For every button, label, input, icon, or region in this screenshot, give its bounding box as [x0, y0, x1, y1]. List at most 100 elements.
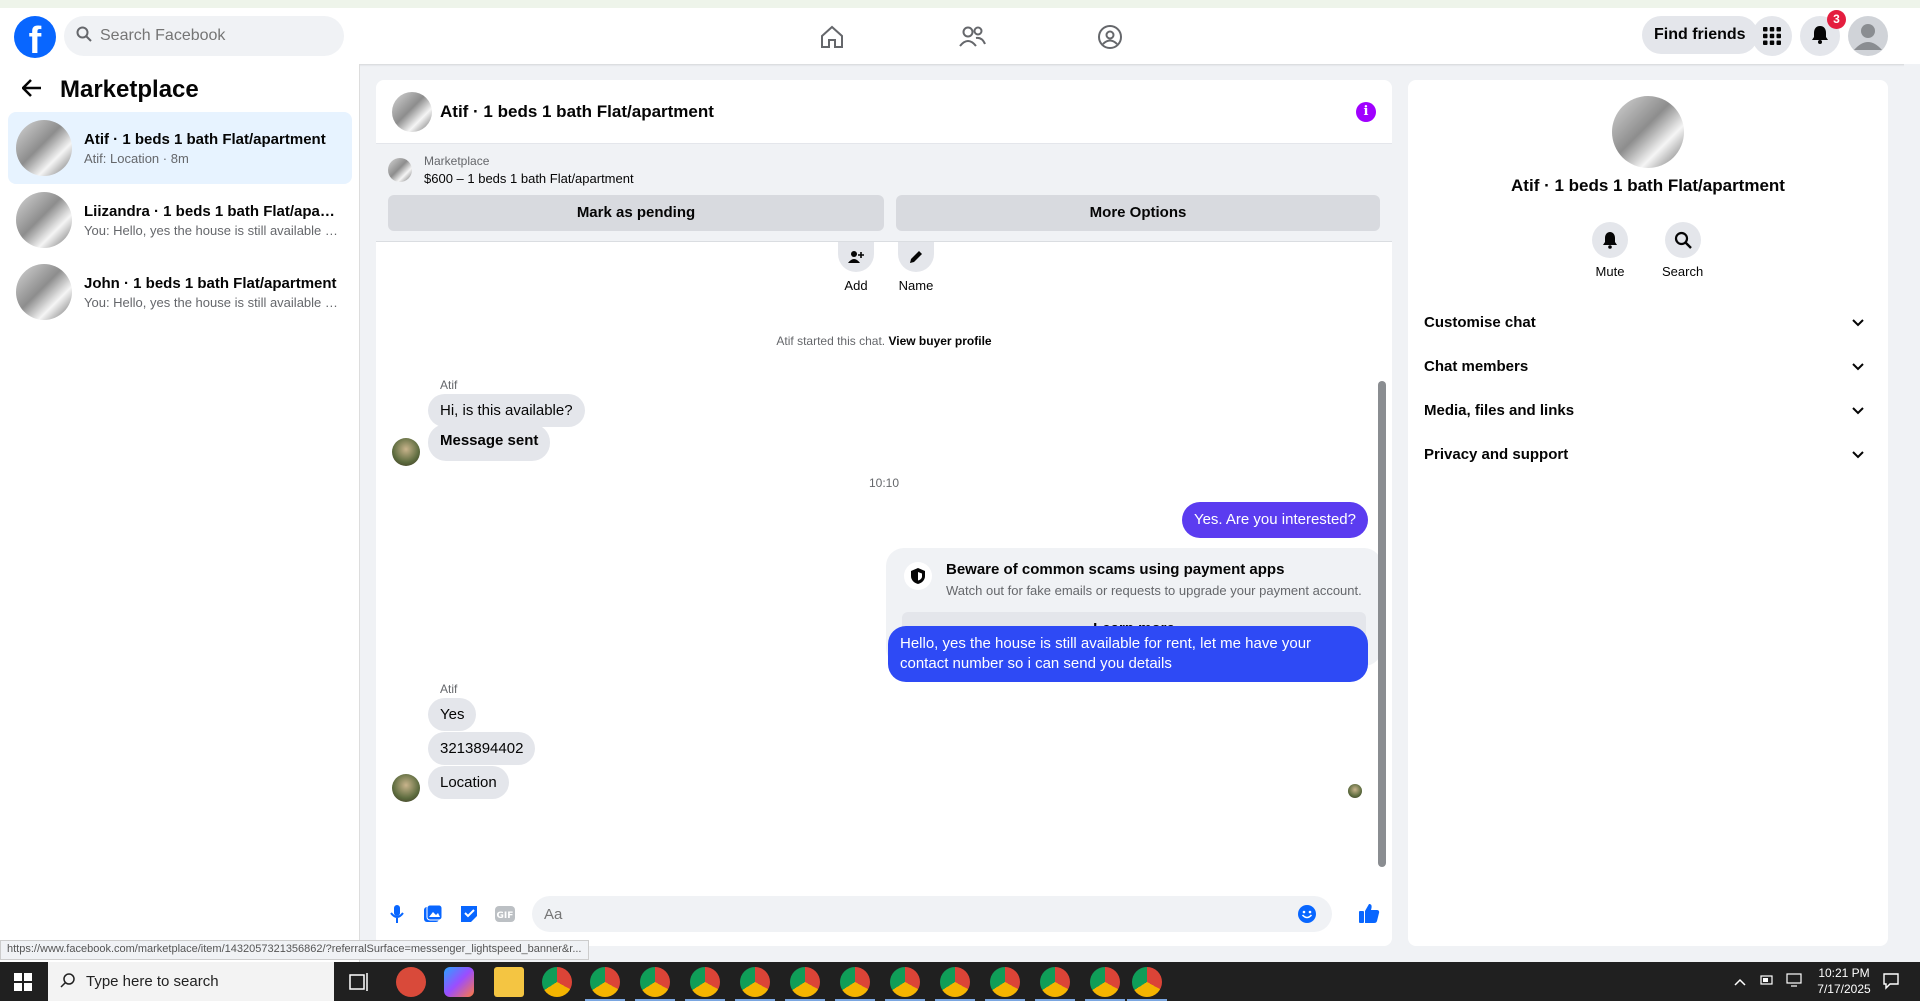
section-chat-members[interactable]: Chat members — [1424, 344, 1872, 388]
system-note-text: Atif started this chat. — [776, 334, 886, 348]
bell-icon — [1810, 24, 1830, 49]
notification-center-icon[interactable] — [1882, 972, 1900, 995]
mute-label: Mute — [1595, 264, 1625, 279]
conversation-preview: You: Hello, yes the house is still avail… — [84, 294, 340, 310]
incoming-message[interactable]: 3213894402 — [428, 732, 536, 765]
chrome-icon[interactable] — [542, 967, 572, 997]
view-buyer-profile-link[interactable]: View buyer profile — [888, 334, 991, 348]
incoming-message[interactable]: Location — [428, 766, 509, 799]
sticker-icon[interactable] — [458, 903, 480, 925]
battery-icon[interactable] — [1760, 973, 1774, 990]
chrome-icon[interactable] — [590, 967, 620, 997]
chrome-icon[interactable] — [790, 967, 820, 997]
quick-action-name[interactable]: Name — [898, 242, 934, 293]
profile-icon[interactable] — [1848, 16, 1888, 56]
shield-icon — [904, 562, 932, 590]
chevron-up-icon[interactable] — [1734, 975, 1746, 989]
windows-start-icon[interactable] — [0, 962, 46, 1001]
gif-icon[interactable]: GIF — [494, 903, 516, 925]
message-input[interactable] — [532, 896, 1332, 932]
system-note: Atif started this chat. View buyer profi… — [376, 334, 1392, 348]
facebook-logo[interactable]: f — [14, 16, 56, 58]
conversation-title: John · 1 beds 1 bath Flat/apartment — [84, 274, 337, 292]
incoming-message[interactable]: Yes — [428, 698, 477, 731]
section-label: Customise chat — [1424, 313, 1536, 331]
mute-button[interactable]: Mute — [1592, 222, 1628, 279]
outgoing-message[interactable]: Hello, yes the house is still available … — [888, 626, 1368, 682]
chrome-icon[interactable] — [1040, 967, 1070, 997]
search-facebook-box[interactable] — [64, 16, 344, 56]
quick-action-add[interactable]: Add — [838, 242, 874, 293]
chrome-icon[interactable] — [740, 967, 770, 997]
friends-icon[interactable] — [952, 18, 992, 56]
windows-taskbar: Type here to search 10:21 PM 7/17/2025 — [0, 962, 1920, 1001]
chrome-icon[interactable] — [1090, 967, 1120, 997]
menu-grid-icon[interactable] — [1752, 16, 1792, 56]
tray-icons — [1734, 962, 1802, 1001]
search-facebook-input[interactable] — [100, 27, 320, 45]
microphone-icon[interactable] — [386, 903, 408, 925]
section-label: Media, files and links — [1424, 401, 1575, 419]
file-explorer-icon[interactable] — [494, 967, 524, 997]
message-composer: GIF — [376, 886, 1392, 942]
listing-thumbnail — [16, 120, 72, 176]
page-scrollbar[interactable] — [1904, 64, 1920, 962]
outgoing-message[interactable]: Yes. Are you interested? — [1181, 502, 1368, 538]
clock-time: 10:21 PM — [1818, 966, 1870, 980]
chat-title[interactable]: Atif · 1 beds 1 bath Flat/apartment — [440, 102, 714, 122]
notifications-button[interactable]: 3 — [1800, 10, 1846, 56]
info-icon[interactable]: i — [1356, 102, 1376, 122]
chrome-icon[interactable] — [940, 967, 970, 997]
incoming-message[interactable]: Message sent — [428, 424, 551, 461]
back-arrow-icon[interactable] — [21, 78, 42, 102]
incoming-message[interactable]: Hi, is this available? — [428, 394, 585, 427]
thumbs-up-icon[interactable] — [1358, 902, 1380, 924]
photo-icon[interactable] — [422, 903, 444, 925]
conversation-item-john[interactable]: John · 1 beds 1 bath Flat/apartment You:… — [8, 256, 352, 328]
search-in-chat-button[interactable]: Search — [1662, 222, 1703, 279]
bell-icon — [1592, 222, 1628, 258]
chat-listing-photo[interactable] — [392, 91, 432, 132]
find-friends-button[interactable]: Find friends — [1642, 16, 1758, 54]
chat-details-photo[interactable] — [1612, 96, 1684, 168]
chevron-down-icon — [1852, 402, 1864, 419]
chrome-icon[interactable] — [1132, 967, 1162, 997]
section-media-files-links[interactable]: Media, files and links — [1424, 388, 1872, 432]
quick-action-label: Name — [898, 278, 934, 293]
add-person-icon — [838, 242, 874, 272]
app-icon[interactable] — [396, 967, 426, 997]
network-icon[interactable] — [1786, 973, 1802, 990]
listing-thumbnail — [16, 192, 72, 248]
more-options-button[interactable]: More Options — [896, 195, 1380, 231]
taskbar-clock[interactable]: 10:21 PM 7/17/2025 — [1808, 965, 1880, 997]
conversation-item-atif[interactable]: Atif · 1 beds 1 bath Flat/apartment Atif… — [8, 112, 352, 184]
section-label: Privacy and support — [1424, 445, 1569, 463]
task-view-icon[interactable] — [346, 969, 372, 995]
seen-indicator-avatar — [1348, 784, 1362, 798]
section-privacy-support[interactable]: Privacy and support — [1424, 432, 1872, 476]
conversation-item-liizandra[interactable]: Liizandra · 1 beds 1 bath Flat/apartment… — [8, 184, 352, 256]
chevron-down-icon — [1852, 446, 1864, 463]
conversation-preview: Atif: Location · 8m — [84, 150, 189, 166]
chat-scroll-thumb[interactable] — [1378, 381, 1386, 867]
taskbar-search-placeholder: Type here to search — [86, 973, 219, 990]
message-list: Add Name Atif started this chat. View bu… — [376, 242, 1392, 878]
mark-as-pending-button[interactable]: Mark as pending — [388, 195, 884, 231]
chrome-icon[interactable] — [690, 967, 720, 997]
groups-icon[interactable] — [1090, 18, 1130, 56]
sender-avatar[interactable] — [392, 438, 420, 466]
chat-details-panel: Atif · 1 beds 1 bath Flat/apartment Mute… — [1408, 80, 1888, 946]
chrome-icon[interactable] — [840, 967, 870, 997]
taskbar-search-box[interactable]: Type here to search — [48, 962, 334, 1001]
chrome-icon[interactable] — [990, 967, 1020, 997]
section-customise-chat[interactable]: Customise chat — [1424, 300, 1872, 344]
emoji-icon[interactable] — [1296, 903, 1318, 925]
listing-price[interactable]: $600 – 1 beds 1 bath Flat/apartment — [424, 171, 634, 186]
listing-banner-thumbnail[interactable] — [388, 158, 412, 182]
chrome-icon[interactable] — [890, 967, 920, 997]
chat-scrollbar[interactable] — [1376, 246, 1386, 872]
chrome-icon[interactable] — [640, 967, 670, 997]
copilot-icon[interactable] — [444, 967, 474, 997]
home-icon[interactable] — [812, 18, 852, 56]
sender-avatar[interactable] — [392, 774, 420, 802]
